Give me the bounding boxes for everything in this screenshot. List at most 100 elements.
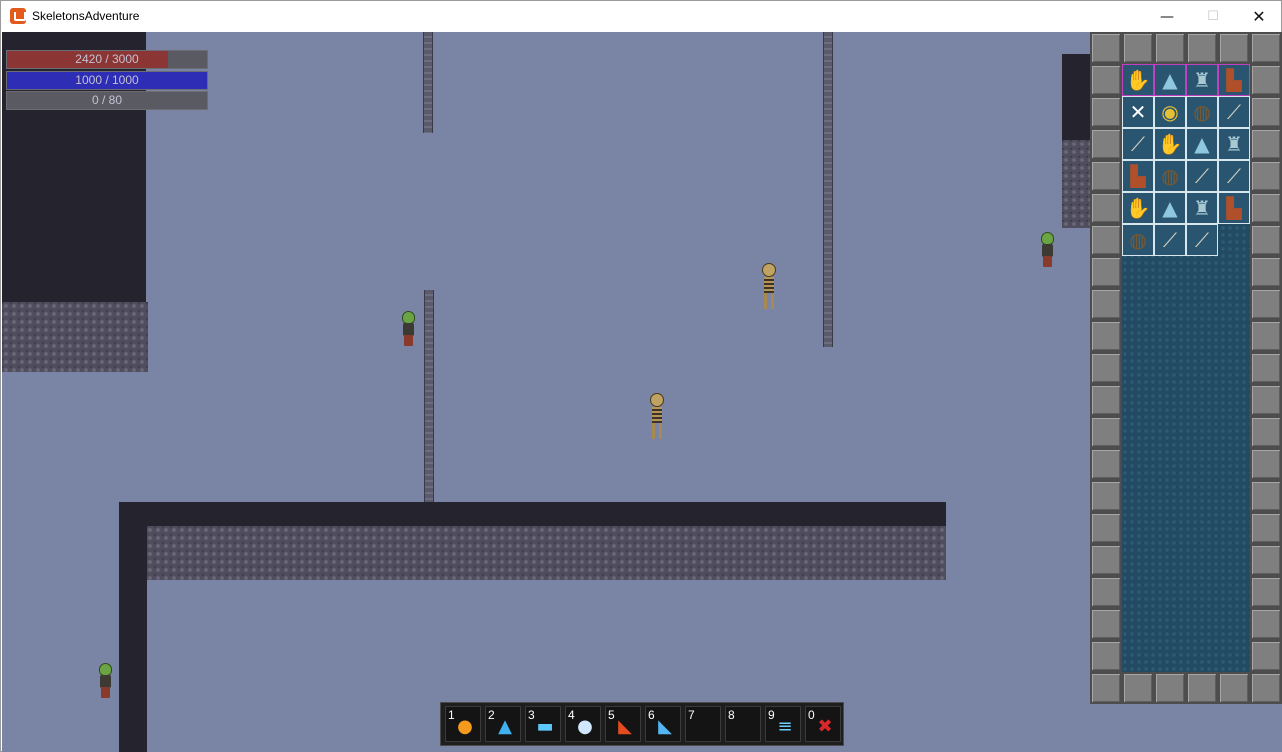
hotbar-slot-3[interactable]: 3 ▬ bbox=[525, 706, 561, 742]
hotbar-slot-9[interactable]: 9 ≡ bbox=[765, 706, 801, 742]
hotbar-slot-6[interactable]: 6 ◣ bbox=[645, 706, 681, 742]
skeleton-enemy[interactable] bbox=[758, 263, 780, 311]
inventory-slot[interactable]: ◍ bbox=[1186, 96, 1218, 128]
equipment-slot[interactable]: ▲ bbox=[1154, 64, 1186, 96]
inventory-frame-tile bbox=[1090, 64, 1122, 96]
blade-burst-icon: ✖ bbox=[817, 715, 833, 737]
wall-top bbox=[119, 502, 946, 528]
frost-orb-icon: ● bbox=[577, 715, 593, 737]
hotbar-slot-1[interactable]: 1 ● bbox=[445, 706, 481, 742]
inventory-frame-tile bbox=[1250, 416, 1282, 448]
inventory-slot[interactable]: ⟋ bbox=[1122, 128, 1154, 160]
inventory-frame-tile bbox=[1090, 672, 1122, 704]
inventory-frame-tile bbox=[1250, 448, 1282, 480]
close-button[interactable]: ✕ bbox=[1236, 1, 1282, 32]
inventory-slot[interactable]: ⟋ bbox=[1186, 160, 1218, 192]
inventory-frame-tile bbox=[1250, 512, 1282, 544]
inventory-slot[interactable]: ♜ bbox=[1218, 128, 1250, 160]
inventory-slot[interactable]: ◍ bbox=[1122, 224, 1154, 256]
wall-face bbox=[1062, 140, 1090, 228]
dash-icon: ≡ bbox=[777, 715, 793, 737]
fireball-icon: ● bbox=[457, 715, 473, 737]
title-bar[interactable]: SkeletonsAdventure — ☐ ✕ bbox=[1, 1, 1281, 32]
inventory-frame-tile bbox=[1250, 480, 1282, 512]
inventory-frame-tile bbox=[1250, 128, 1282, 160]
game-viewport[interactable]: 2420 / 3000 1000 / 1000 0 / 80 ✋ ▲ ♜ ▙ ✕ bbox=[2, 32, 1282, 752]
skill-hotbar: 1 ● 2 ▲ 3 ▬ 4 ● 5 ◣ 6 ◣ 7 8 9 ≡ 0 ✖ bbox=[440, 702, 844, 746]
inventory-frame-tile bbox=[1250, 64, 1282, 96]
inventory-slot[interactable]: ▙ bbox=[1218, 192, 1250, 224]
hotbar-key-label: 7 bbox=[688, 708, 695, 722]
inventory-slot[interactable]: ⟋ bbox=[1186, 224, 1218, 256]
gold-coins-icon: ◉ bbox=[1161, 100, 1179, 124]
inventory-slot[interactable]: ▙ bbox=[1122, 160, 1154, 192]
equipment-slot[interactable]: ♜ bbox=[1186, 64, 1218, 96]
hotbar-slot-0[interactable]: 0 ✖ bbox=[805, 706, 841, 742]
inventory-frame-tile bbox=[1250, 320, 1282, 352]
sword-icon: ⟋ bbox=[1195, 228, 1209, 252]
inventory-slot[interactable]: ⟋ bbox=[1218, 96, 1250, 128]
inventory-slot[interactable]: ✕ bbox=[1122, 96, 1154, 128]
hotbar-slot-2[interactable]: 2 ▲ bbox=[485, 706, 521, 742]
inventory-frame-tile bbox=[1250, 576, 1282, 608]
inventory-slot[interactable]: ▲ bbox=[1186, 128, 1218, 160]
thin-wall bbox=[423, 32, 433, 133]
game-window: SkeletonsAdventure — ☐ ✕ 2420 / 3000 100… bbox=[0, 0, 1282, 752]
inventory-frame-tile bbox=[1154, 672, 1186, 704]
boots-icon: ▙ bbox=[1130, 164, 1146, 188]
sword-icon: ⟋ bbox=[1131, 132, 1145, 156]
equipment-slot[interactable]: ✋ bbox=[1122, 64, 1154, 96]
hotbar-slot-5[interactable]: 5 ◣ bbox=[605, 706, 641, 742]
experience-bar-text: 0 / 80 bbox=[91, 93, 123, 107]
hotbar-slot-8[interactable]: 8 bbox=[725, 706, 761, 742]
hotbar-key-label: 4 bbox=[568, 708, 575, 722]
inventory-slot[interactable]: ◉ bbox=[1154, 96, 1186, 128]
water-wave-icon: ◣ bbox=[658, 715, 672, 737]
maximize-button[interactable]: ☐ bbox=[1190, 1, 1236, 32]
gloves-icon: ✋ bbox=[1157, 132, 1183, 156]
inventory-slot[interactable]: ⟋ bbox=[1154, 224, 1186, 256]
inventory-frame-tile bbox=[1090, 224, 1122, 256]
ice-bolt-icon: ▬ bbox=[536, 715, 554, 737]
water-spout-icon: ▲ bbox=[498, 715, 512, 737]
hotbar-key-label: 3 bbox=[528, 708, 535, 722]
hotbar-slot-4[interactable]: 4 ● bbox=[565, 706, 601, 742]
sword-icon: ⟋ bbox=[1163, 228, 1177, 252]
inventory-frame-tile bbox=[1250, 544, 1282, 576]
round-shield-icon: ◍ bbox=[1161, 164, 1179, 188]
wall-face bbox=[2, 302, 148, 372]
mana-bar-text: 1000 / 1000 bbox=[75, 73, 139, 87]
inventory-frame-tile bbox=[1090, 512, 1122, 544]
inventory-frame-tile bbox=[1250, 384, 1282, 416]
boots-icon: ▙ bbox=[1226, 196, 1242, 220]
inventory-slot[interactable]: ◍ bbox=[1154, 160, 1186, 192]
inventory-slot[interactable]: ✋ bbox=[1154, 128, 1186, 160]
hotbar-key-label: 8 bbox=[728, 708, 735, 722]
inventory-frame-tile bbox=[1250, 672, 1282, 704]
inventory-frame-tile bbox=[1090, 32, 1122, 64]
inventory-frame-tile bbox=[1250, 192, 1282, 224]
inventory-frame-tile bbox=[1090, 256, 1122, 288]
inventory-slot[interactable]: ♜ bbox=[1186, 192, 1218, 224]
goblin-enemy[interactable] bbox=[1038, 232, 1056, 268]
inventory-frame-tile bbox=[1250, 96, 1282, 128]
goblin-enemy[interactable] bbox=[96, 663, 114, 699]
inventory-panel[interactable]: ✋ ▲ ♜ ▙ ✕ ◉ ◍ ⟋ ⟋ ✋ ▲ ♜ ▙ ◍ ⟋ ⟋ ✋ ▲ ♜ ▙ ◍ ⟋ ⟋ bbox=[1090, 32, 1282, 704]
hotbar-slot-7[interactable]: 7 bbox=[685, 706, 721, 742]
health-bar: 2420 / 3000 bbox=[6, 50, 208, 69]
skeleton-player[interactable] bbox=[646, 393, 668, 441]
hotbar-key-label: 2 bbox=[488, 708, 495, 722]
inventory-slot[interactable]: ▲ bbox=[1154, 192, 1186, 224]
inventory-frame-tile bbox=[1090, 416, 1122, 448]
inventory-slot[interactable]: ✋ bbox=[1122, 192, 1154, 224]
inventory-frame-tile bbox=[1250, 256, 1282, 288]
inventory-slot[interactable]: ⟋ bbox=[1218, 160, 1250, 192]
inventory-frame-tile bbox=[1090, 96, 1122, 128]
inventory-frame-tile bbox=[1090, 448, 1122, 480]
equipment-slot[interactable]: ▙ bbox=[1218, 64, 1250, 96]
minimize-button[interactable]: — bbox=[1144, 1, 1190, 32]
wall-top bbox=[119, 502, 147, 752]
goblin-enemy[interactable] bbox=[399, 311, 417, 347]
gloves-icon: ✋ bbox=[1125, 68, 1151, 92]
window-title: SkeletonsAdventure bbox=[32, 9, 140, 23]
